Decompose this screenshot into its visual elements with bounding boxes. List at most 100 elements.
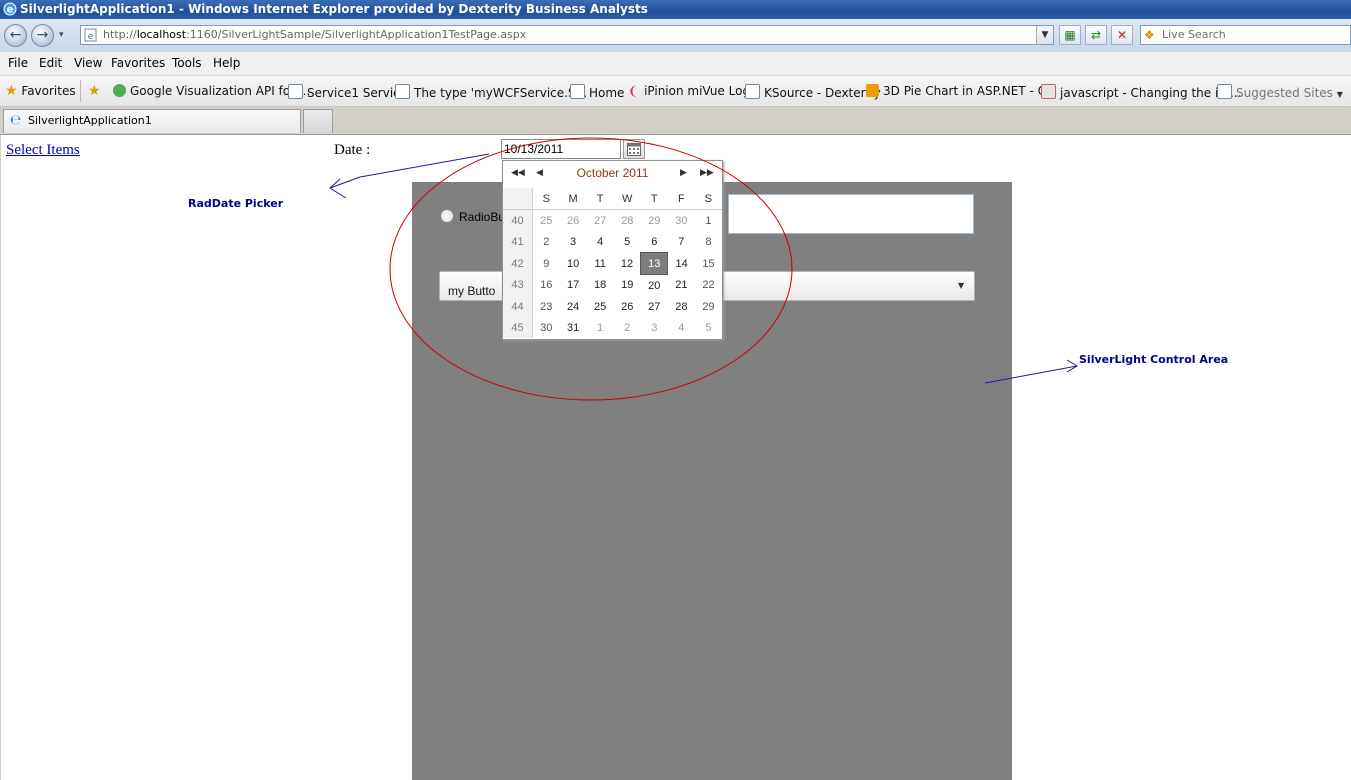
calendar-day[interactable]: 1: [587, 317, 614, 338]
silverlight-textbox[interactable]: [728, 194, 974, 234]
calendar-day[interactable]: 11: [587, 253, 614, 275]
calendar-day[interactable]: 2: [614, 317, 641, 338]
favorites-button[interactable]: ★ Favorites: [5, 83, 76, 99]
google-icon: [113, 84, 126, 97]
new-tab-button[interactable]: [303, 109, 333, 133]
fav-item-google-viz[interactable]: Google Visualization API for ...: [113, 84, 310, 98]
address-bar[interactable]: e http://localhost:1160/SilverLightSampl…: [80, 25, 1054, 45]
calendar-day[interactable]: 22: [695, 275, 722, 297]
fav-item-javascript[interactable]: javascript - Changing the im...: [1041, 84, 1241, 100]
page-icon: [745, 84, 760, 99]
next-month-icon[interactable]: ▶: [680, 167, 687, 178]
silverlight-arrow-head: [1066, 359, 1078, 373]
day-header: W: [613, 188, 641, 210]
fav-item-suggested-sites[interactable]: Suggested Sites ▼: [1217, 84, 1343, 100]
page-icon: [570, 84, 585, 99]
forward-button[interactable]: →: [31, 24, 54, 47]
calendar-day[interactable]: 1: [695, 210, 722, 232]
calendar-day[interactable]: 3: [641, 317, 668, 338]
menu-view[interactable]: View: [74, 56, 102, 70]
date-input[interactable]: 10/13/2011: [501, 139, 621, 159]
calendar-day[interactable]: 4: [668, 317, 695, 338]
menu-help[interactable]: Help: [213, 56, 240, 70]
stop-button[interactable]: ✕: [1111, 25, 1133, 45]
calendar-day[interactable]: 25: [533, 210, 560, 232]
week-number: 42: [503, 252, 533, 275]
address-dropdown-button[interactable]: ▼: [1036, 26, 1053, 44]
calendar-day[interactable]: 31: [560, 317, 587, 338]
tab-bar: ℮ SilverlightApplication1: [0, 107, 1351, 135]
chevron-down-icon[interactable]: ▼: [958, 281, 964, 290]
raddate-arrow-head: [329, 178, 347, 199]
week-number: 40: [503, 209, 533, 231]
calendar-day[interactable]: 30: [533, 317, 560, 338]
calendar-day[interactable]: 27: [641, 296, 668, 317]
calendar-day[interactable]: 2: [533, 231, 560, 253]
calendar-day[interactable]: 21: [668, 275, 695, 297]
silverlight-radio-button[interactable]: [440, 209, 454, 223]
recent-pages-dropdown[interactable]: ▾: [59, 30, 64, 40]
calendar-day-selected[interactable]: 13: [640, 252, 669, 275]
calendar-day[interactable]: 4: [587, 231, 614, 253]
calendar-day[interactable]: 16: [533, 275, 560, 297]
fav-item-service1[interactable]: Service1 Service: [288, 84, 407, 100]
calendar-day[interactable]: 17: [560, 275, 587, 297]
week-number: 45: [503, 317, 533, 338]
refresh-button[interactable]: ⇄: [1085, 25, 1107, 45]
calendar-day[interactable]: 23: [533, 296, 560, 317]
calendar-day[interactable]: 29: [641, 210, 668, 232]
calendar-day[interactable]: 20: [641, 275, 668, 297]
back-button[interactable]: ←: [4, 24, 27, 47]
calendar-day[interactable]: 28: [668, 296, 695, 317]
compat-view-button[interactable]: ▦: [1059, 25, 1081, 45]
calendar-toggle-button[interactable]: [623, 139, 645, 159]
tab-silverlightapplication1[interactable]: ℮ SilverlightApplication1: [3, 109, 301, 133]
calendar-day[interactable]: 26: [560, 210, 587, 232]
fav-item-ksource[interactable]: KSource - Dexterity: [745, 84, 881, 100]
menu-file[interactable]: File: [8, 56, 28, 70]
menu-edit[interactable]: Edit: [39, 56, 62, 70]
week-number: 41: [503, 231, 533, 253]
menu-favorites[interactable]: Favorites: [111, 56, 165, 70]
calendar-day[interactable]: 3: [560, 231, 587, 253]
calendar-day[interactable]: 12: [614, 253, 641, 275]
day-header: T: [640, 188, 668, 210]
calendar-day[interactable]: 19: [614, 275, 641, 297]
silverlight-combo-label: my Butto: [448, 284, 496, 298]
calendar-day[interactable]: 5: [614, 231, 641, 253]
fav-item-home[interactable]: Home: [570, 84, 624, 100]
fav-item-ipinion[interactable]: ❨ iPinion miVue Login: [628, 84, 761, 98]
calendar-day[interactable]: 26: [614, 296, 641, 317]
fav-item-pie-chart[interactable]: 3D Pie Chart in ASP.NET - C...: [866, 84, 1057, 98]
favorites-bar: ★ Favorites ★ Google Visualization API f…: [0, 76, 1351, 107]
calendar-day[interactable]: 24: [560, 296, 587, 317]
next-year-icon[interactable]: ▶▶: [700, 167, 714, 178]
calendar-day[interactable]: 7: [668, 231, 695, 253]
fav-item-wcf-type[interactable]: The type 'myWCFService.S...: [395, 84, 587, 100]
date-label: Date :: [334, 142, 371, 158]
day-header: T: [586, 188, 614, 210]
calendar-day[interactable]: 14: [668, 253, 695, 275]
select-items-link[interactable]: Select Items: [6, 142, 80, 159]
forward-icon: →: [36, 27, 49, 43]
calendar-week-row: 44 23 24 25 26 27 28 29: [503, 296, 722, 317]
calendar-day[interactable]: 30: [668, 210, 695, 232]
add-favorite-icon[interactable]: ★: [88, 83, 101, 99]
calendar-day[interactable]: 5: [695, 317, 722, 338]
calendar-day[interactable]: 28: [614, 210, 641, 232]
calendar-day[interactable]: 8: [695, 231, 722, 253]
menu-tools[interactable]: Tools: [172, 56, 202, 70]
calendar-header: ◀◀ ◀ October 2011 ▶ ▶▶: [503, 161, 722, 186]
calendar-month-title[interactable]: October 2011: [503, 166, 722, 180]
search-input[interactable]: ❖ Live Search: [1140, 25, 1351, 45]
calendar-day[interactable]: 29: [695, 296, 722, 317]
calendar-day[interactable]: 18: [587, 275, 614, 297]
calendar-day[interactable]: 6: [641, 231, 668, 253]
calendar-day[interactable]: 27: [587, 210, 614, 232]
calendar-day[interactable]: 10: [560, 253, 587, 275]
raddate-annotation: RadDate Picker: [188, 197, 284, 210]
calendar-day[interactable]: 9: [533, 253, 560, 275]
calendar-day[interactable]: 15: [695, 253, 722, 275]
week-number-header: [503, 188, 533, 210]
calendar-day[interactable]: 25: [587, 296, 614, 317]
